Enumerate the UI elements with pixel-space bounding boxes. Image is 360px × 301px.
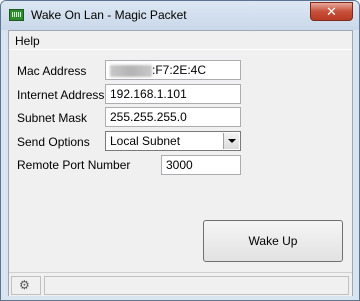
remote-port-label: Remote Port Number (17, 158, 131, 172)
menu-bar: Help (9, 31, 352, 50)
mac-address-label: Mac Address (17, 64, 87, 78)
window-title: Wake On Lan - Magic Packet (31, 8, 187, 22)
subnet-mask-field[interactable]: 255.255.255.0 (105, 107, 241, 127)
close-button[interactable]: ✕ (310, 2, 353, 21)
subnet-mask-label: Subnet Mask (17, 111, 88, 125)
status-bar: ⚙ (9, 272, 352, 296)
send-options-select[interactable]: Local Subnet (105, 131, 241, 151)
mac-address-value: :F7:2E:4C (152, 63, 207, 77)
mac-address-field[interactable]: :F7:2E:4C (105, 60, 241, 80)
chevron-down-icon[interactable] (223, 133, 239, 149)
menu-help[interactable]: Help (15, 34, 40, 48)
app-window: Wake On Lan - Magic Packet ✕ Help Mac Ad… (0, 0, 360, 301)
remote-port-field[interactable]: 3000 (161, 155, 241, 175)
send-options-value: Local Subnet (110, 134, 181, 148)
wake-up-button[interactable]: Wake Up (203, 220, 343, 262)
network-icon: ⚙ (19, 278, 30, 292)
status-icon-pane: ⚙ (11, 276, 41, 295)
redacted-mac-prefix (110, 64, 152, 77)
title-bar[interactable]: Wake On Lan - Magic Packet ✕ (1, 1, 359, 30)
client-area: Help Mac Address :F7:2E:4C Internet Addr… (8, 30, 353, 296)
network-card-icon (9, 9, 24, 21)
internet-address-field[interactable]: 192.168.1.101 (105, 84, 241, 104)
send-options-label: Send Options (17, 135, 90, 149)
internet-address-label: Internet Address (17, 88, 105, 102)
status-text-pane (44, 276, 349, 295)
